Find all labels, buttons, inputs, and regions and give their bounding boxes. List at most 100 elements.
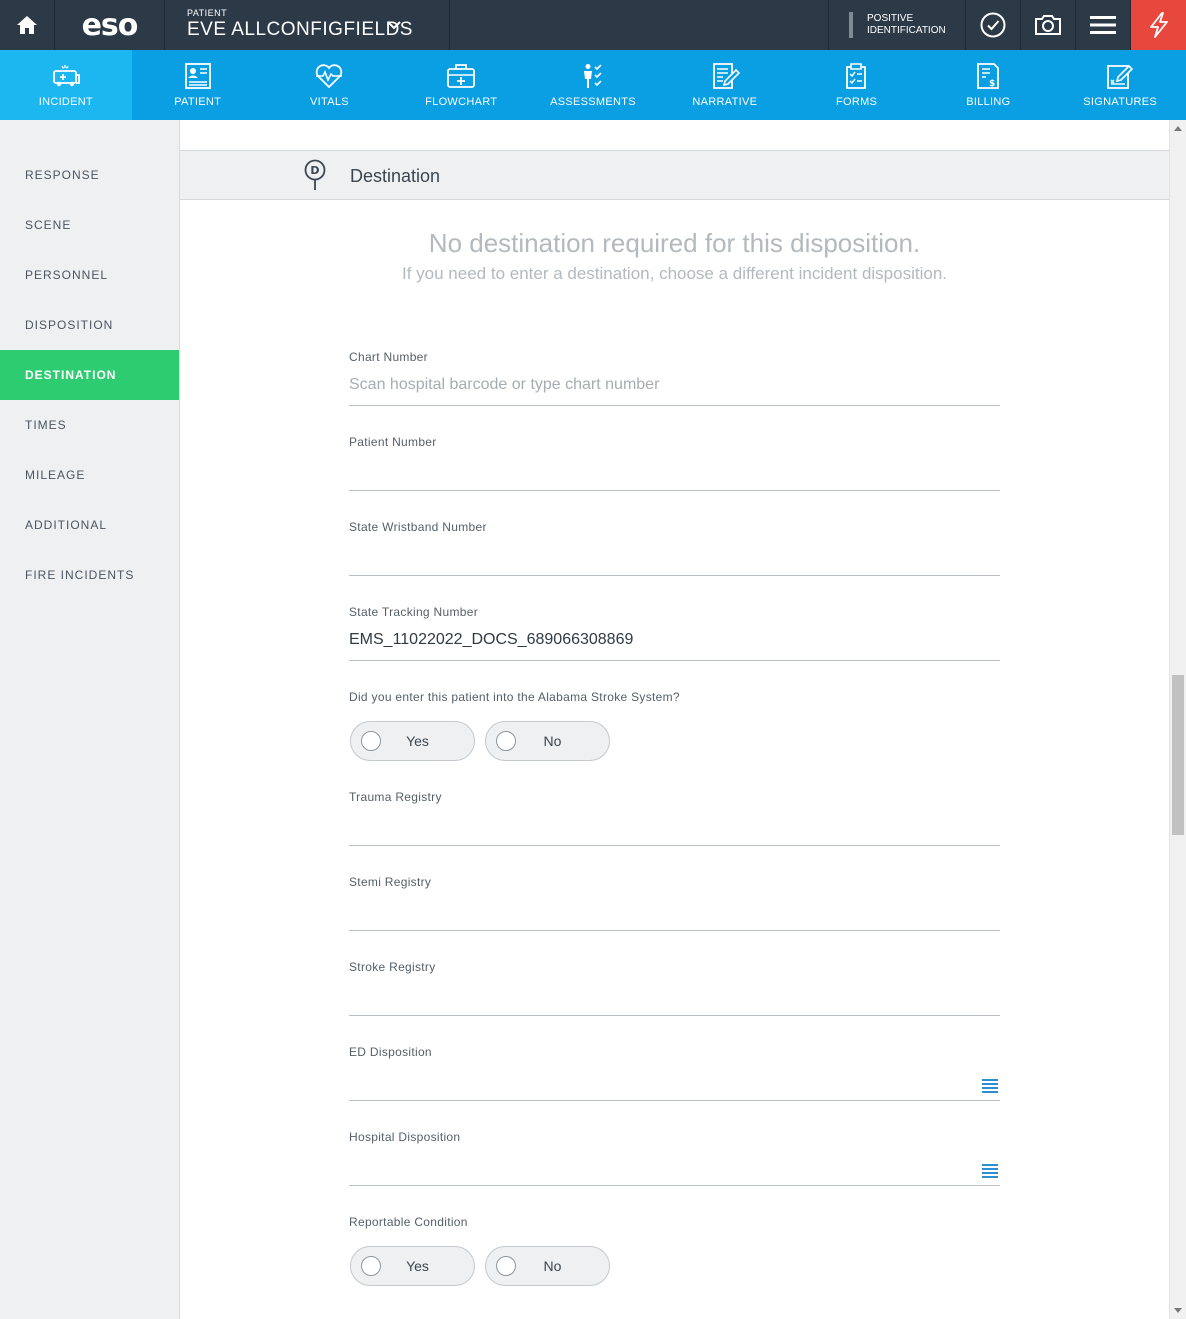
section-header: D Destination (180, 150, 1169, 200)
top-bar: eso PATIENT EVE ALLCONFIGFIELDS POSITIVE… (0, 0, 1186, 50)
home-button[interactable] (0, 0, 55, 50)
tab-billing-label: BILLING (966, 96, 1011, 108)
sidebar-item-times[interactable]: TIMES (0, 400, 179, 450)
tab-narrative[interactable]: NARRATIVE (659, 50, 791, 120)
tab-forms[interactable]: FORMS (791, 50, 923, 120)
patient-name: EVE ALLCONFIGFIELDS (187, 19, 413, 40)
patient-selector[interactable]: PATIENT EVE ALLCONFIGFIELDS (165, 0, 450, 50)
svg-text:$: $ (989, 79, 996, 89)
list-picker-icon[interactable] (982, 1164, 998, 1178)
stemi-registry-field[interactable]: Stemi Registry (349, 875, 1000, 931)
tab-vitals[interactable]: VITALS (264, 50, 396, 120)
tab-assessments[interactable]: ASSESSMENTS (527, 50, 659, 120)
invoice-icon: $ (977, 63, 1000, 89)
home-icon (17, 16, 37, 34)
list-picker-icon[interactable] (982, 1079, 998, 1093)
radio-circle (496, 731, 516, 751)
sidebar-item-destination[interactable]: DESTINATION (0, 350, 179, 400)
state-wristband-field[interactable]: State Wristband Number (349, 520, 1000, 576)
state-tracking-field[interactable]: State Tracking Number EMS_11022022_DOCS_… (349, 605, 1000, 661)
document-pen-icon (712, 63, 740, 89)
lightning-icon (1149, 12, 1168, 38)
state-tracking-label: State Tracking Number (349, 605, 479, 619)
tab-signatures[interactable]: SIGNATURES (1054, 50, 1186, 120)
no-destination-hint: If you need to enter a destination, choo… (402, 264, 947, 283)
sidebar-item-response[interactable]: RESPONSE (0, 150, 179, 200)
positive-id-indicator (849, 12, 853, 38)
stroke-registry-label: Stroke Registry (349, 960, 436, 974)
chart-number-label: Chart Number (349, 350, 428, 364)
tab-patient-label: PATIENT (174, 96, 222, 108)
chart-number-field[interactable]: Chart Number Scan hospital barcode or ty… (349, 350, 1000, 406)
patient-label: PATIENT (187, 8, 228, 18)
tab-patient[interactable]: PATIENT (132, 50, 264, 120)
hamburger-icon (1090, 16, 1116, 34)
ed-disposition-field[interactable]: ED Disposition (349, 1045, 1000, 1101)
state-tracking-input[interactable]: EMS_11022022_DOCS_689066308869 (349, 631, 633, 649)
check-circle-icon (980, 12, 1006, 38)
main-content: D Destination No destination required fo… (180, 120, 1169, 1319)
positive-id-line2: IDENTIFICATION (867, 25, 946, 36)
radio-circle (361, 1256, 381, 1276)
sidebar-item-disposition[interactable]: DISPOSITION (0, 300, 179, 350)
stroke-system-no-label: No (543, 733, 562, 749)
camera-icon (1035, 15, 1061, 35)
sidebar-item-additional[interactable]: ADDITIONAL (0, 500, 179, 550)
trauma-registry-label: Trauma Registry (349, 790, 442, 804)
alert-button[interactable] (1131, 0, 1186, 50)
positive-identification-button[interactable]: POSITIVE IDENTIFICATION (828, 0, 966, 50)
stroke-registry-field[interactable]: Stroke Registry (349, 960, 1000, 1016)
radio-circle (496, 1256, 516, 1276)
patient-number-field[interactable]: Patient Number (349, 435, 1000, 491)
validate-button[interactable] (966, 0, 1021, 50)
state-wristband-label: State Wristband Number (349, 520, 487, 534)
checklist-icon (845, 63, 866, 89)
tab-incident-label: INCIDENT (38, 96, 94, 108)
stroke-system-question: Did you enter this patient into the Alab… (349, 690, 680, 704)
stroke-system-no[interactable]: No (485, 721, 610, 761)
hospital-disposition-field[interactable]: Hospital Disposition (349, 1130, 1000, 1186)
menu-button[interactable] (1076, 0, 1131, 50)
tab-incident[interactable]: INCIDENT (0, 50, 132, 120)
radio-circle (361, 731, 381, 751)
section-title: Destination (350, 166, 441, 186)
positive-id-line1: POSITIVE (867, 13, 914, 24)
sidebar-item-mileage[interactable]: MILEAGE (0, 450, 179, 500)
stemi-registry-label: Stemi Registry (349, 875, 432, 889)
tab-flowchart[interactable]: FLOWCHART (395, 50, 527, 120)
sidebar-item-scene[interactable]: SCENE (0, 200, 179, 250)
tab-assessments-label: ASSESSMENTS (550, 96, 636, 108)
heartbeat-icon (316, 64, 343, 89)
scroll-thumb[interactable] (1172, 675, 1184, 835)
svg-text:D: D (310, 164, 319, 177)
ambulance-icon (52, 65, 80, 87)
sidebar-item-personnel[interactable]: PERSONNEL (0, 250, 179, 300)
hospital-disposition-label: Hospital Disposition (349, 1130, 461, 1144)
tab-forms-label: FORMS (835, 96, 878, 108)
no-destination-message: No destination required for this disposi… (428, 228, 921, 258)
ed-disposition-label: ED Disposition (349, 1045, 432, 1059)
reportable-condition-yes[interactable]: Yes (350, 1246, 475, 1286)
patient-number-label: Patient Number (349, 435, 437, 449)
chevron-down-icon (387, 21, 401, 30)
stroke-system-yes-label: Yes (406, 733, 429, 749)
body-check-icon (584, 64, 602, 88)
trauma-registry-field[interactable]: Trauma Registry (349, 790, 1000, 846)
content-scrollbar[interactable] (1169, 120, 1186, 1319)
tab-billing[interactable]: $ BILLING (922, 50, 1054, 120)
chart-number-input[interactable]: Scan hospital barcode or type chart numb… (349, 376, 659, 394)
reportable-condition-no-label: No (543, 1258, 562, 1274)
tab-narrative-label: NARRATIVE (692, 96, 758, 108)
camera-button[interactable] (1021, 0, 1076, 50)
sidebar-item-fire-incidents[interactable]: FIRE INCIDENTS (0, 550, 179, 600)
stroke-system-yes[interactable]: Yes (350, 721, 475, 761)
sidebar: RESPONSE SCENE PERSONNEL DISPOSITION DES… (0, 120, 180, 1319)
reportable-condition-no[interactable]: No (485, 1246, 610, 1286)
scroll-up-arrow[interactable] (1174, 126, 1182, 131)
tab-signatures-label: SIGNATURES (1083, 96, 1157, 108)
tab-flowchart-label: FLOWCHART (425, 96, 498, 108)
main-nav: INCIDENT PATIENT VITALS FLOWCHART ASSESS… (0, 50, 1186, 120)
destination-pin-icon: D (304, 159, 326, 190)
reportable-condition-yes-label: Yes (406, 1258, 429, 1274)
scroll-down-arrow[interactable] (1174, 1308, 1182, 1313)
